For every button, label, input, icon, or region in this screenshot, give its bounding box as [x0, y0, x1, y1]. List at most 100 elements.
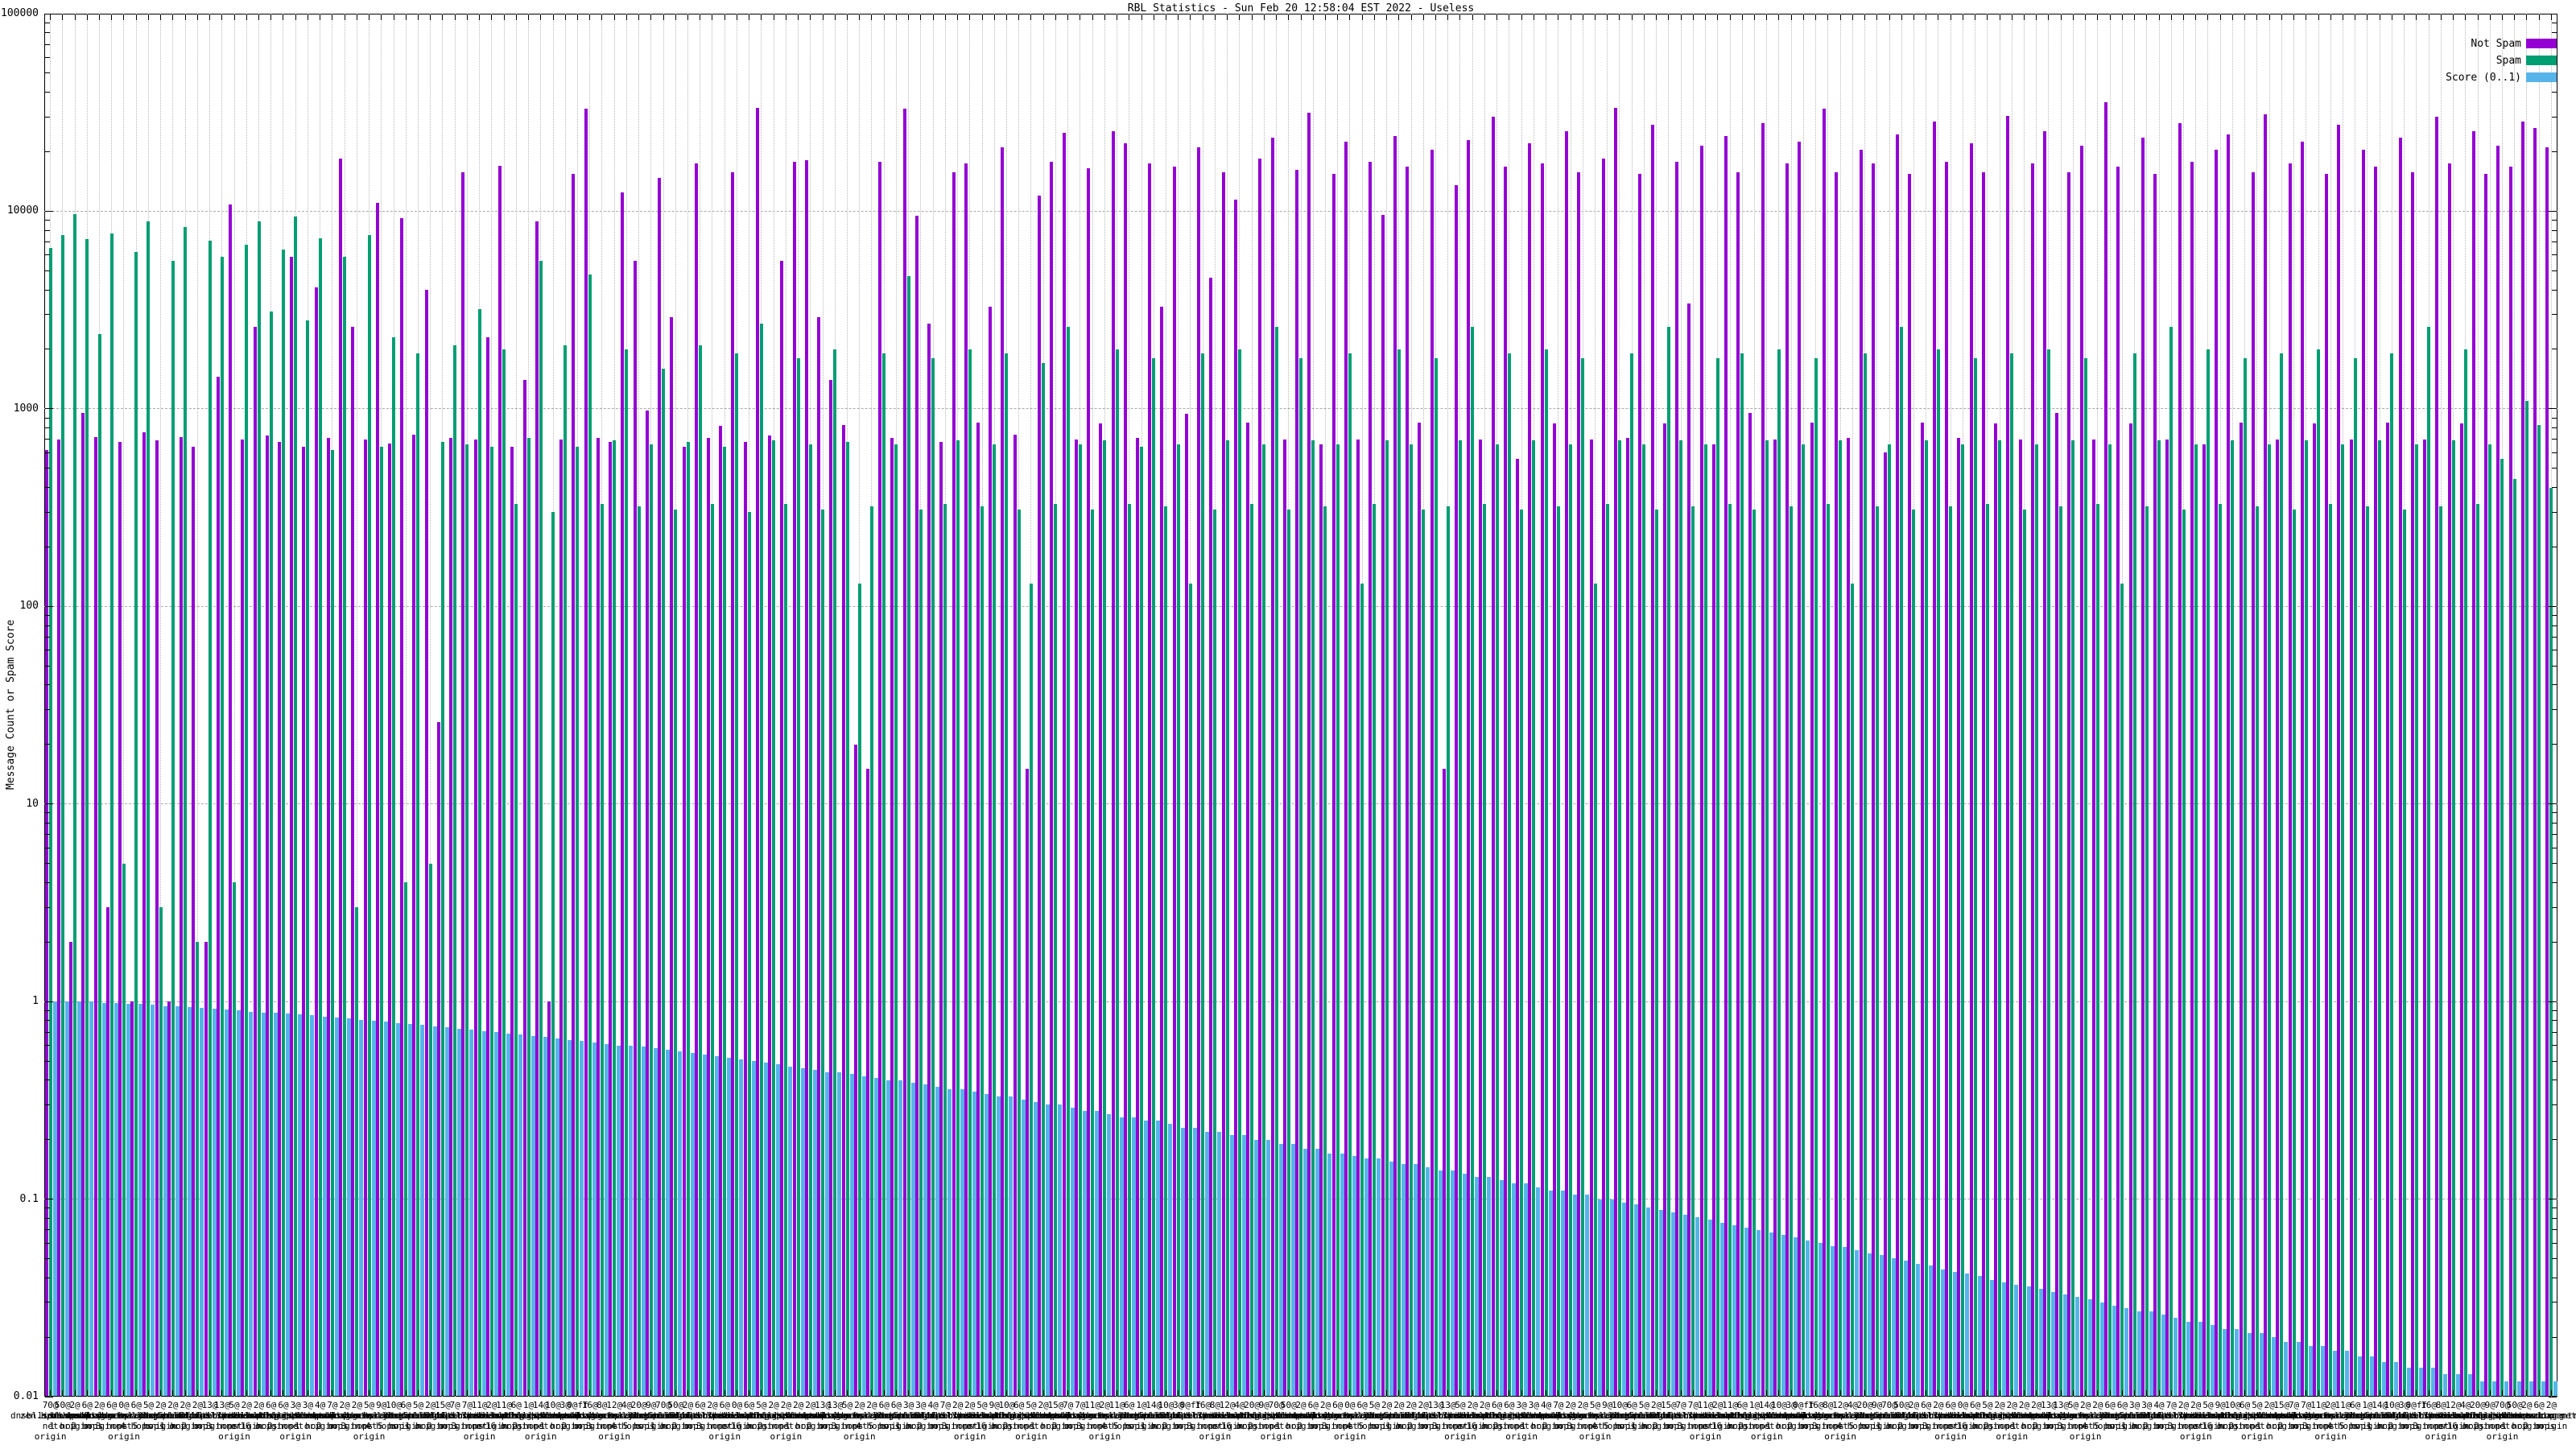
x-tick-top: [1595, 14, 1596, 20]
bar-not-spam: [1344, 141, 1348, 1396]
x-tick-bottom: [1190, 1390, 1191, 1396]
bar-spam: [171, 261, 175, 1396]
bar-not-spam: [167, 1001, 171, 1396]
bar-not-spam: [1368, 161, 1373, 1396]
bar-spam: [1176, 444, 1180, 1396]
bar-spam: [906, 275, 910, 1396]
bar-not-spam: [81, 413, 85, 1396]
bar-not-spam: [658, 177, 662, 1396]
x-tick-bottom: [993, 1390, 995, 1396]
x-tick-bottom: [1373, 1390, 1375, 1396]
x-tick-top: [417, 14, 419, 20]
bar-not-spam: [1945, 161, 1949, 1396]
x-tick-bottom: [638, 1390, 640, 1396]
y-tick-minor-left: [45, 116, 50, 118]
bar-not-spam: [768, 436, 772, 1396]
bar-spam: [2108, 444, 2112, 1396]
x-tick-bottom: [2109, 1390, 2111, 1396]
x-tick-bottom: [74, 1390, 76, 1396]
x-tick-bottom: [1987, 1390, 1988, 1396]
x-tick-top: [2085, 14, 2087, 20]
bar-spam: [747, 512, 751, 1396]
y-tick-minor-left: [45, 615, 50, 617]
x-tick-top: [50, 14, 52, 20]
x-tick-top: [650, 14, 652, 20]
bar-not-spam: [1565, 130, 1569, 1396]
legend-swatch-not-spam: [2526, 39, 2557, 48]
bar-not-spam: [952, 171, 956, 1396]
bar-not-spam: [1711, 444, 1715, 1396]
x-tick-top: [74, 14, 76, 20]
bar-spam: [453, 345, 457, 1396]
bar-spam: [2451, 440, 2455, 1396]
y-tick-minor-right: [2552, 744, 2557, 745]
bar-spam: [1912, 509, 1916, 1396]
y-tick-minor-left: [45, 417, 50, 419]
bar-not-spam: [2190, 161, 2194, 1396]
bar-spam: [1532, 440, 1536, 1396]
bar-not-spam: [1552, 423, 1556, 1396]
x-tick-top: [957, 14, 959, 20]
x-tick-top: [1018, 14, 1020, 20]
bar-not-spam: [375, 203, 379, 1396]
bar-spam: [2414, 444, 2418, 1396]
y-tick-minor-right: [2552, 1009, 2557, 1011]
legend-label-score: Score (0..1): [2446, 72, 2521, 84]
x-tick-bottom: [62, 1390, 64, 1396]
bar-spam: [2132, 353, 2136, 1396]
x-tick-top: [405, 14, 407, 20]
x-tick-top: [2121, 14, 2123, 20]
bar-spam: [257, 221, 261, 1396]
x-tick-top: [1288, 14, 1290, 20]
bar-not-spam: [1650, 124, 1654, 1396]
x-tick-top: [810, 14, 811, 20]
bar-not-spam: [2300, 141, 2304, 1396]
bar-spam: [2120, 584, 2124, 1396]
bar-spam: [367, 234, 371, 1396]
bar-not-spam: [2520, 121, 2524, 1396]
x-tick-top: [1227, 14, 1228, 20]
y-tick-minor-left: [45, 863, 50, 865]
bar-not-spam: [1270, 138, 1274, 1396]
bar-spam: [1936, 349, 1940, 1396]
y-tick-minor-right: [2552, 452, 2557, 453]
bar-spam: [1826, 504, 1830, 1396]
bar-not-spam: [2288, 163, 2292, 1396]
bar-spam: [1066, 327, 1070, 1396]
x-tick-top: [1496, 14, 1498, 20]
bar-spam: [1434, 358, 1438, 1396]
bar-not-spam: [1479, 439, 1483, 1396]
bar-not-spam: [2472, 130, 2475, 1396]
rbl-statistics-chart: RBL Statistics - Sun Feb 20 12:58:04 EST…: [0, 0, 2576, 1449]
x-tick-bottom: [123, 1390, 125, 1396]
y-tick-minor-left: [45, 1229, 50, 1231]
x-tick-bottom: [1680, 1390, 1682, 1396]
x-tick-top: [687, 14, 689, 20]
x-tick-bottom: [1227, 1390, 1228, 1396]
bar-spam: [564, 345, 568, 1396]
y-tick-major-left: [45, 210, 53, 212]
x-tick-top: [895, 14, 897, 20]
bar-spam: [1691, 506, 1695, 1396]
bar-spam: [1373, 504, 1377, 1396]
y-tick-major-right: [2549, 210, 2557, 212]
x-tick-bottom: [1239, 1390, 1241, 1396]
x-tick-top: [2011, 14, 2013, 20]
bar-not-spam: [290, 256, 294, 1396]
y-tick-minor-left: [45, 289, 50, 291]
x-tick-top: [1717, 14, 1719, 20]
bar-spam: [1777, 349, 1781, 1396]
bar-not-spam: [277, 441, 281, 1396]
x-tick-bottom: [1705, 1390, 1707, 1396]
bar-spam: [2524, 400, 2529, 1396]
y-tick-minor-left: [45, 881, 50, 883]
y-tick-minor-left: [45, 487, 50, 489]
bar-not-spam: [2202, 444, 2206, 1396]
bar-spam: [2268, 444, 2272, 1396]
x-tick-bottom: [2036, 1390, 2037, 1396]
x-tick-bottom: [2183, 1390, 2184, 1396]
bar-spam: [2353, 358, 2357, 1396]
bar-not-spam: [2349, 439, 2353, 1396]
bar-not-spam: [1025, 769, 1029, 1396]
x-tick-bottom: [834, 1390, 836, 1396]
